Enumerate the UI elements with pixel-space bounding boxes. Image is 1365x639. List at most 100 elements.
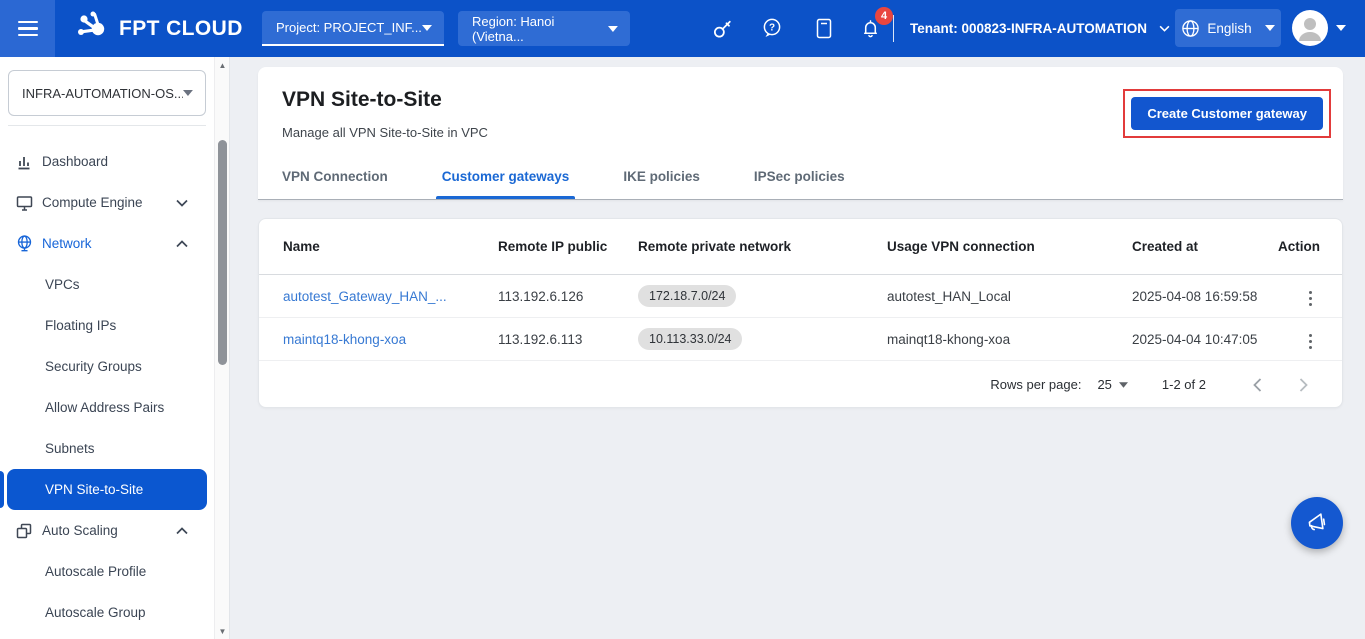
table-pagination: Rows per page: 25 1-2 of 2: [259, 361, 1342, 408]
brand-name: FPT CLOUD: [119, 17, 243, 41]
chevron-up-icon: [176, 527, 188, 535]
chevron-down-icon: [183, 90, 193, 96]
notification-count-badge: 4: [875, 7, 893, 25]
chevron-down-icon: [176, 199, 188, 207]
column-header-created-at: Created at: [1132, 239, 1278, 254]
chevron-down-icon: [422, 25, 432, 31]
project-selector-label: Project: PROJECT_INF...: [276, 20, 422, 35]
sidebar-divider: [8, 125, 206, 126]
language-label: English: [1207, 21, 1251, 36]
usage-vpn-value: mainqt18-khong-xoa: [887, 332, 1132, 347]
sidebar-item-subnets[interactable]: Subnets: [0, 428, 214, 469]
sidebar: INFRA-AUTOMATION-OS... Dashboard Compute…: [0, 57, 230, 639]
column-header-remote-ip: Remote IP public: [498, 239, 638, 254]
scroll-down-arrow-icon[interactable]: ▼: [215, 623, 230, 639]
chevron-down-icon: [1336, 25, 1346, 31]
tab-ipsec-policies[interactable]: IPSec policies: [754, 169, 845, 199]
bar-chart-icon: [14, 152, 34, 172]
chevron-up-icon: [176, 240, 188, 248]
chevron-right-icon: [1299, 378, 1308, 392]
usage-vpn-value: autotest_HAN_Local: [887, 289, 1132, 304]
sidebar-item-compute-engine[interactable]: Compute Engine: [0, 182, 214, 223]
monitor-icon: [14, 193, 34, 213]
sidebar-item-autoscale-group[interactable]: Autoscale Group: [0, 592, 214, 633]
sidebar-item-floating-ips[interactable]: Floating IPs: [0, 305, 214, 346]
avatar: [1292, 10, 1328, 46]
column-header-action: Action: [1278, 239, 1320, 254]
chevron-down-icon: [1119, 382, 1128, 388]
row-actions-menu-icon[interactable]: [1301, 287, 1320, 310]
header-divider: [893, 15, 894, 42]
workspace-selector[interactable]: INFRA-AUTOMATION-OS...: [8, 70, 206, 116]
brand-logo: FPT CLOUD: [74, 0, 243, 57]
rows-per-page-value: 25: [1097, 377, 1111, 392]
svg-text:?: ?: [769, 23, 775, 34]
create-customer-gateway-button[interactable]: Create Customer gateway: [1131, 97, 1323, 130]
region-selector[interactable]: Region: Hanoi (Vietna...: [458, 11, 630, 46]
rows-per-page-select[interactable]: 25: [1097, 377, 1127, 392]
next-page-button[interactable]: [1288, 370, 1318, 400]
tab-customer-gateways[interactable]: Customer gateways: [442, 169, 570, 199]
scroll-up-arrow-icon[interactable]: ▲: [215, 57, 230, 73]
globe-icon: [1181, 19, 1200, 38]
tab-vpn-connection[interactable]: VPN Connection: [282, 169, 388, 199]
sidebar-item-security-groups[interactable]: Security Groups: [0, 346, 214, 387]
pagination-range: 1-2 of 2: [1162, 377, 1206, 392]
page-subtitle: Manage all VPN Site-to-Site in VPC: [282, 125, 488, 140]
sidebar-item-vpn-site-to-site[interactable]: VPN Site-to-Site: [7, 469, 207, 510]
sidebar-menu: Dashboard Compute Engine Network VPCs Fl…: [0, 141, 214, 633]
created-at-value: 2025-04-08 16:59:58: [1132, 289, 1278, 304]
remote-ip-value: 113.192.6.113: [498, 332, 638, 347]
gateway-name-link[interactable]: autotest_Gateway_HAN_...: [283, 289, 498, 304]
tenant-selector[interactable]: Tenant: 000823-INFRA-AUTOMATION: [910, 0, 1170, 57]
tab-bar: VPN Connection Customer gateways IKE pol…: [282, 153, 845, 199]
column-header-remote-network: Remote private network: [638, 239, 887, 254]
table-row: autotest_Gateway_HAN_... 113.192.6.126 1…: [259, 275, 1342, 318]
chevron-down-icon: [1159, 25, 1170, 32]
page-header-panel: VPN Site-to-Site Manage all VPN Site-to-…: [258, 67, 1343, 200]
sidebar-item-allow-address-pairs[interactable]: Allow Address Pairs: [0, 387, 214, 428]
table-row: maintq18-khong-xoa 113.192.6.113 10.113.…: [259, 318, 1342, 361]
sidebar-item-vpcs[interactable]: VPCs: [0, 264, 214, 305]
remote-ip-value: 113.192.6.126: [498, 289, 638, 304]
project-selector[interactable]: Project: PROJECT_INF...: [262, 11, 444, 46]
notifications-button[interactable]: 4: [856, 14, 884, 42]
chevron-down-icon: [1265, 25, 1275, 31]
user-account-menu[interactable]: [1292, 10, 1346, 46]
chevron-down-icon: [608, 26, 618, 32]
documentation-icon[interactable]: [810, 14, 838, 42]
rows-per-page-label: Rows per page:: [990, 377, 1081, 392]
network-globe-icon: [14, 234, 34, 254]
tenant-label: Tenant: 000823-INFRA-AUTOMATION: [910, 21, 1147, 36]
previous-page-button[interactable]: [1242, 370, 1272, 400]
sidebar-item-auto-scaling[interactable]: Auto Scaling: [0, 510, 214, 551]
api-key-icon[interactable]: [708, 14, 736, 42]
remote-network-chip: 10.113.33.0/24: [638, 328, 742, 350]
created-at-value: 2025-04-04 10:47:05: [1132, 332, 1278, 347]
region-selector-label: Region: Hanoi (Vietna...: [472, 14, 608, 44]
fpt-cloud-logo-icon: [74, 9, 110, 48]
table-header-row: Name Remote IP public Remote private net…: [259, 219, 1342, 275]
scrollbar-thumb[interactable]: [218, 140, 227, 365]
support-chat-icon[interactable]: ?: [758, 14, 786, 42]
top-header-bar: FPT CLOUD Project: PROJECT_INF... Region…: [0, 0, 1365, 57]
row-actions-menu-icon[interactable]: [1301, 330, 1320, 353]
sidebar-scrollbar[interactable]: ▲ ▼: [214, 57, 229, 639]
sidebar-item-dashboard[interactable]: Dashboard: [0, 141, 214, 182]
gateway-name-link[interactable]: maintq18-khong-xoa: [283, 332, 498, 347]
customer-gateways-table-card: Name Remote IP public Remote private net…: [258, 218, 1343, 408]
sidebar-item-network[interactable]: Network: [0, 223, 214, 264]
tab-ike-policies[interactable]: IKE policies: [623, 169, 700, 199]
layers-icon: [14, 521, 34, 541]
workspace-selector-label: INFRA-AUTOMATION-OS...: [22, 86, 183, 101]
hamburger-menu-button[interactable]: [0, 0, 55, 57]
remote-network-chip: 172.18.7.0/24: [638, 285, 736, 307]
page-title: VPN Site-to-Site: [282, 88, 442, 112]
megaphone-icon: [1304, 510, 1330, 536]
column-header-name: Name: [283, 239, 498, 254]
sidebar-item-autoscale-profile[interactable]: Autoscale Profile: [0, 551, 214, 592]
language-selector[interactable]: English: [1175, 9, 1281, 47]
active-item-accent: [0, 471, 4, 508]
column-header-usage: Usage VPN connection: [887, 239, 1132, 254]
feedback-announcement-button[interactable]: [1291, 497, 1343, 549]
